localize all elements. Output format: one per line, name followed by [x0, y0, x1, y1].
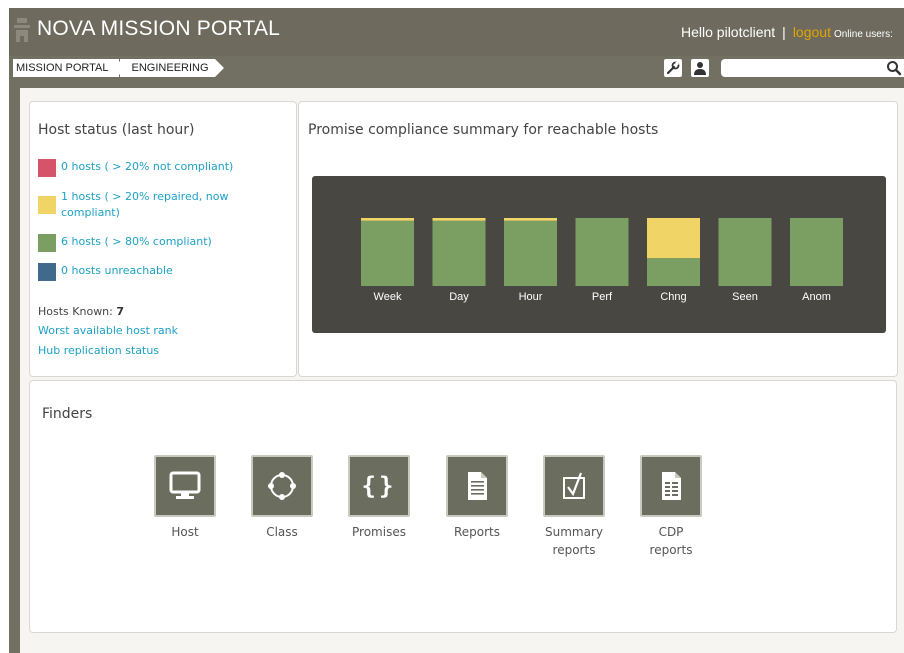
- compliance-title: Promise compliance summary for reachable…: [308, 122, 659, 138]
- bar-day-series-0: [432, 220, 486, 286]
- wrench-icon: [666, 61, 680, 75]
- x-tick-label: Day: [449, 291, 469, 303]
- bar-hour-series-0: [504, 220, 557, 286]
- host-status-link[interactable]: 1 hosts ( > 20% repaired, now compliant): [61, 189, 246, 221]
- breadcrumb-label: MISSION PORTAL: [16, 62, 109, 74]
- host-status-title: Host status (last hour): [38, 122, 195, 138]
- x-tick-label: Seen: [732, 291, 758, 303]
- online-users-label: Online users:: [833, 29, 893, 40]
- finder-label: Summary reports: [545, 525, 603, 557]
- bar-perf-series-0: [575, 218, 629, 286]
- bar-week-series-1: [361, 218, 414, 221]
- finders-panel: Finders Host Class {} Promises Reports S…: [29, 380, 897, 633]
- host-status-link[interactable]: 6 hosts ( > 80% compliant): [61, 234, 212, 250]
- finder-class-button[interactable]: [251, 455, 313, 517]
- bar-chng-series-1: [647, 218, 700, 259]
- bar-day-series-1: [432, 218, 486, 221]
- status-swatch-green: [38, 234, 56, 252]
- compliance-panel: Promise compliance summary for reachable…: [298, 101, 898, 377]
- bar-week-series-0: [361, 220, 414, 286]
- breadcrumb-end-icon: [214, 59, 224, 77]
- search-icon[interactable]: [886, 60, 902, 76]
- host-status-item-compliant[interactable]: 6 hosts ( > 80% compliant): [38, 234, 212, 252]
- compliance-chart: Week Day Hour Perf Chng Seen Anom: [312, 176, 886, 333]
- class-circle-icon: [268, 472, 296, 500]
- finder-label: CDP reports: [649, 525, 693, 557]
- bar-seen-series-0: [718, 218, 772, 286]
- worst-host-rank-link[interactable]: Worst available host rank: [38, 324, 178, 337]
- checkbox-icon: [563, 472, 585, 499]
- header-separator: |: [782, 24, 786, 40]
- finder-label: Promises: [352, 525, 406, 539]
- x-tick-label: Week: [374, 291, 402, 303]
- finder-summary-reports[interactable]: Summary reports: [524, 455, 624, 559]
- bar-chng-series-0: [647, 258, 700, 286]
- breadcrumb: MISSION PORTAL ENGINEERING: [13, 59, 224, 77]
- user-profile-button[interactable]: [691, 59, 709, 77]
- host-status-item-unreachable[interactable]: 0 hosts unreachable: [38, 263, 173, 281]
- finder-class[interactable]: Class: [232, 455, 332, 541]
- finder-reports-button[interactable]: [446, 455, 508, 517]
- status-swatch-yellow: [38, 196, 56, 214]
- finder-cdp-reports[interactable]: CDP reports: [621, 455, 721, 559]
- bar-anom-series-0: [790, 218, 843, 286]
- host-status-link[interactable]: 0 hosts unreachable: [61, 263, 173, 279]
- compliance-chart-svg: Week Day Hour Perf Chng Seen Anom: [361, 218, 843, 303]
- x-tick-label: Anom: [802, 291, 831, 303]
- host-status-link[interactable]: 0 hosts ( > 20% not compliant): [61, 159, 233, 175]
- finder-promises[interactable]: {} Promises: [329, 455, 429, 541]
- user-icon: [694, 62, 706, 75]
- status-swatch-blue: [38, 263, 56, 281]
- portal-logo-icon: [14, 18, 30, 42]
- breadcrumb-item-mission-portal[interactable]: MISSION PORTAL: [13, 59, 128, 77]
- breadcrumb-label: ENGINEERING: [131, 62, 209, 74]
- hub-replication-link[interactable]: Hub replication status: [38, 344, 159, 357]
- hosts-known-value: 7: [116, 305, 125, 318]
- braces-icon: {}: [361, 472, 397, 500]
- hosts-known: Hosts Known: 7: [38, 305, 124, 318]
- finder-host-button[interactable]: [154, 455, 216, 517]
- finder-cdp-reports-button[interactable]: [640, 455, 702, 517]
- finder-host[interactable]: Host: [135, 455, 235, 541]
- hosts-known-label: Hosts Known:: [38, 305, 113, 318]
- x-tick-label: Chng: [660, 291, 686, 303]
- finder-reports[interactable]: Reports: [427, 455, 527, 541]
- bar-hour-series-1: [504, 218, 557, 221]
- finder-promises-button[interactable]: {}: [348, 455, 410, 517]
- monitor-icon: [169, 471, 201, 499]
- x-tick-label: Perf: [592, 291, 613, 303]
- host-status-item-repaired[interactable]: 1 hosts ( > 20% repaired, now compliant): [38, 189, 246, 221]
- finders-title: Finders: [42, 406, 93, 422]
- breadcrumb-item-engineering[interactable]: ENGINEERING: [119, 59, 224, 77]
- search-input[interactable]: [721, 59, 904, 77]
- host-status-panel: Host status (last hour) 0 hosts ( > 20% …: [29, 101, 297, 377]
- finder-label: Class: [266, 525, 298, 539]
- status-swatch-red: [38, 159, 56, 177]
- settings-tool-button[interactable]: [664, 59, 682, 77]
- portal-frame: NOVA MISSION PORTAL Hello pilotclient | lo…: [9, 8, 904, 653]
- cdp-document-icon: [662, 472, 681, 500]
- header: NOVA MISSION PORTAL Hello pilotclient | lo…: [9, 8, 904, 56]
- user-greeting: Hello pilotclient: [681, 24, 776, 40]
- logout-link[interactable]: logout: [793, 24, 831, 40]
- main-content: Host status (last hour) 0 hosts ( > 20% …: [20, 88, 904, 653]
- finder-label: Host: [171, 525, 199, 539]
- x-tick-label: Hour: [519, 291, 543, 303]
- document-icon: [468, 472, 487, 500]
- host-status-item-not-compliant[interactable]: 0 hosts ( > 20% not compliant): [38, 159, 233, 177]
- finder-label: Reports: [453, 525, 501, 539]
- finder-summary-reports-button[interactable]: [543, 455, 605, 517]
- app-title: NOVA MISSION PORTAL: [37, 17, 281, 40]
- user-greeting-area: Hello pilotclient | logout Online users:: [681, 24, 893, 40]
